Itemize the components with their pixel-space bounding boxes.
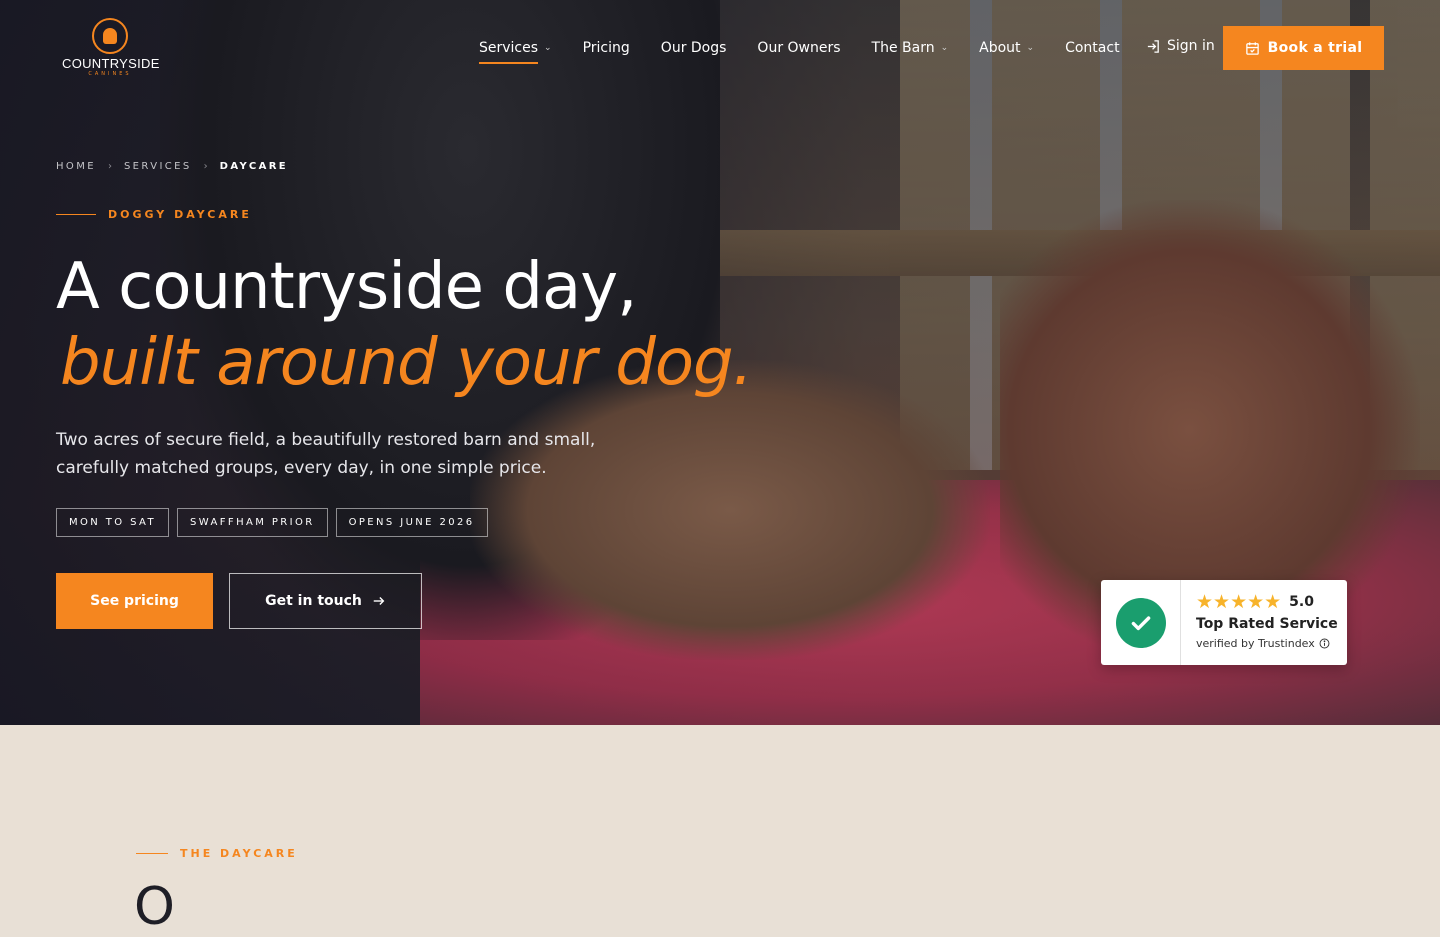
rating-score: 5.0 bbox=[1289, 594, 1314, 610]
verified-check-icon bbox=[1115, 597, 1166, 648]
hero-eyebrow: DOGGY DAYCARE bbox=[56, 208, 252, 221]
hero-title-line1: A countryside day, bbox=[56, 250, 637, 324]
get-in-touch-button[interactable]: Get in touch bbox=[229, 573, 422, 629]
brand-logo[interactable]: COUNTRYSIDE CANINES bbox=[62, 18, 160, 82]
hero-tags: MON TO SAT SWAFFHAM PRIOR OPENS JUNE 202… bbox=[56, 508, 488, 537]
tag-location: SWAFFHAM PRIOR bbox=[177, 508, 328, 537]
daycare-section: THE DAYCARE O bbox=[0, 725, 1440, 937]
section-eyebrow-text: THE DAYCARE bbox=[180, 847, 298, 860]
section-title: O bbox=[134, 877, 175, 937]
see-pricing-button[interactable]: See pricing bbox=[56, 573, 213, 629]
trustindex-badge[interactable]: ★★★★★ 5.0 Top Rated Service verified by … bbox=[1101, 580, 1347, 665]
nav-label: Our Owners bbox=[757, 40, 841, 56]
see-pricing-label: See pricing bbox=[90, 593, 179, 609]
tag-opening: OPENS JUNE 2026 bbox=[335, 508, 488, 537]
chevron-down-icon: ⌄ bbox=[544, 43, 552, 53]
breadcrumb-current: DAYCARE bbox=[219, 161, 289, 172]
trust-subtitle: verified by Trustindex bbox=[1196, 637, 1338, 650]
star-rating-icons: ★★★★★ bbox=[1196, 591, 1282, 613]
eyebrow-divider bbox=[56, 214, 96, 215]
nav-item-contact[interactable]: Contact bbox=[1065, 36, 1119, 60]
nav-item-services[interactable]: Services ⌄ bbox=[479, 36, 552, 64]
arrow-right-icon bbox=[373, 597, 385, 605]
nav-label: The Barn bbox=[871, 40, 935, 56]
info-icon[interactable] bbox=[1319, 638, 1330, 649]
rating-row: ★★★★★ 5.0 bbox=[1196, 591, 1338, 613]
main-nav: Services ⌄ Pricing Our Dogs Our Owners T… bbox=[479, 36, 1151, 64]
nav-item-pricing[interactable]: Pricing bbox=[583, 36, 630, 60]
hero-description: Two acres of secure field, a beautifully… bbox=[56, 426, 616, 482]
book-trial-label: Book a trial bbox=[1267, 40, 1363, 56]
nav-label: About bbox=[979, 40, 1021, 56]
nav-item-the-barn[interactable]: The Barn ⌄ bbox=[872, 36, 949, 60]
tag-days: MON TO SAT bbox=[56, 508, 170, 537]
get-in-touch-label: Get in touch bbox=[265, 593, 362, 609]
nav-item-our-dogs[interactable]: Our Dogs bbox=[661, 36, 727, 60]
eyebrow-divider bbox=[136, 853, 168, 854]
nav-label: Pricing bbox=[582, 40, 630, 56]
hero-description-line2: carefully matched groups, every day, in … bbox=[56, 458, 547, 478]
chevron-right-icon: › bbox=[203, 161, 208, 172]
breadcrumb-home[interactable]: HOME bbox=[56, 161, 96, 172]
nav-item-our-owners[interactable]: Our Owners bbox=[757, 36, 840, 60]
brand-tagline: CANINES bbox=[88, 71, 132, 77]
calendar-icon bbox=[1245, 41, 1259, 55]
trust-check-area bbox=[1101, 580, 1181, 665]
hero-photo-dapple-dachshund bbox=[470, 360, 990, 660]
chevron-down-icon: ⌄ bbox=[1026, 43, 1035, 53]
nav-label: Services bbox=[479, 40, 539, 56]
brand-name: COUNTRYSIDE bbox=[62, 56, 160, 71]
book-trial-button[interactable]: Book a trial bbox=[1223, 26, 1384, 70]
hero-title-line2: built around your dog. bbox=[60, 326, 753, 400]
trust-subtitle-text: verified by Trustindex bbox=[1196, 637, 1315, 650]
chevron-right-icon: › bbox=[107, 161, 112, 172]
sign-in-link[interactable]: Sign in bbox=[1146, 38, 1215, 54]
sign-in-label: Sign in bbox=[1167, 38, 1215, 54]
sign-in-icon bbox=[1147, 39, 1159, 53]
hero-section: COUNTRYSIDE CANINES Services ⌄ Pricing O… bbox=[0, 0, 1440, 725]
nav-label: Our Dogs bbox=[660, 40, 727, 56]
chevron-down-icon: ⌄ bbox=[940, 43, 949, 53]
hero-description-line1: Two acres of secure field, a beautifully… bbox=[56, 430, 596, 450]
nav-label: Contact bbox=[1065, 40, 1120, 56]
section-eyebrow: THE DAYCARE bbox=[136, 847, 298, 860]
trust-title: Top Rated Service bbox=[1196, 616, 1338, 632]
dog-logo-icon bbox=[92, 18, 128, 54]
hero-eyebrow-text: DOGGY DAYCARE bbox=[108, 208, 252, 221]
breadcrumb: HOME › SERVICES › DAYCARE bbox=[56, 161, 288, 172]
trust-text: ★★★★★ 5.0 Top Rated Service verified by … bbox=[1181, 580, 1338, 665]
breadcrumb-services[interactable]: SERVICES bbox=[124, 161, 192, 172]
nav-item-about[interactable]: About ⌄ bbox=[979, 36, 1034, 60]
